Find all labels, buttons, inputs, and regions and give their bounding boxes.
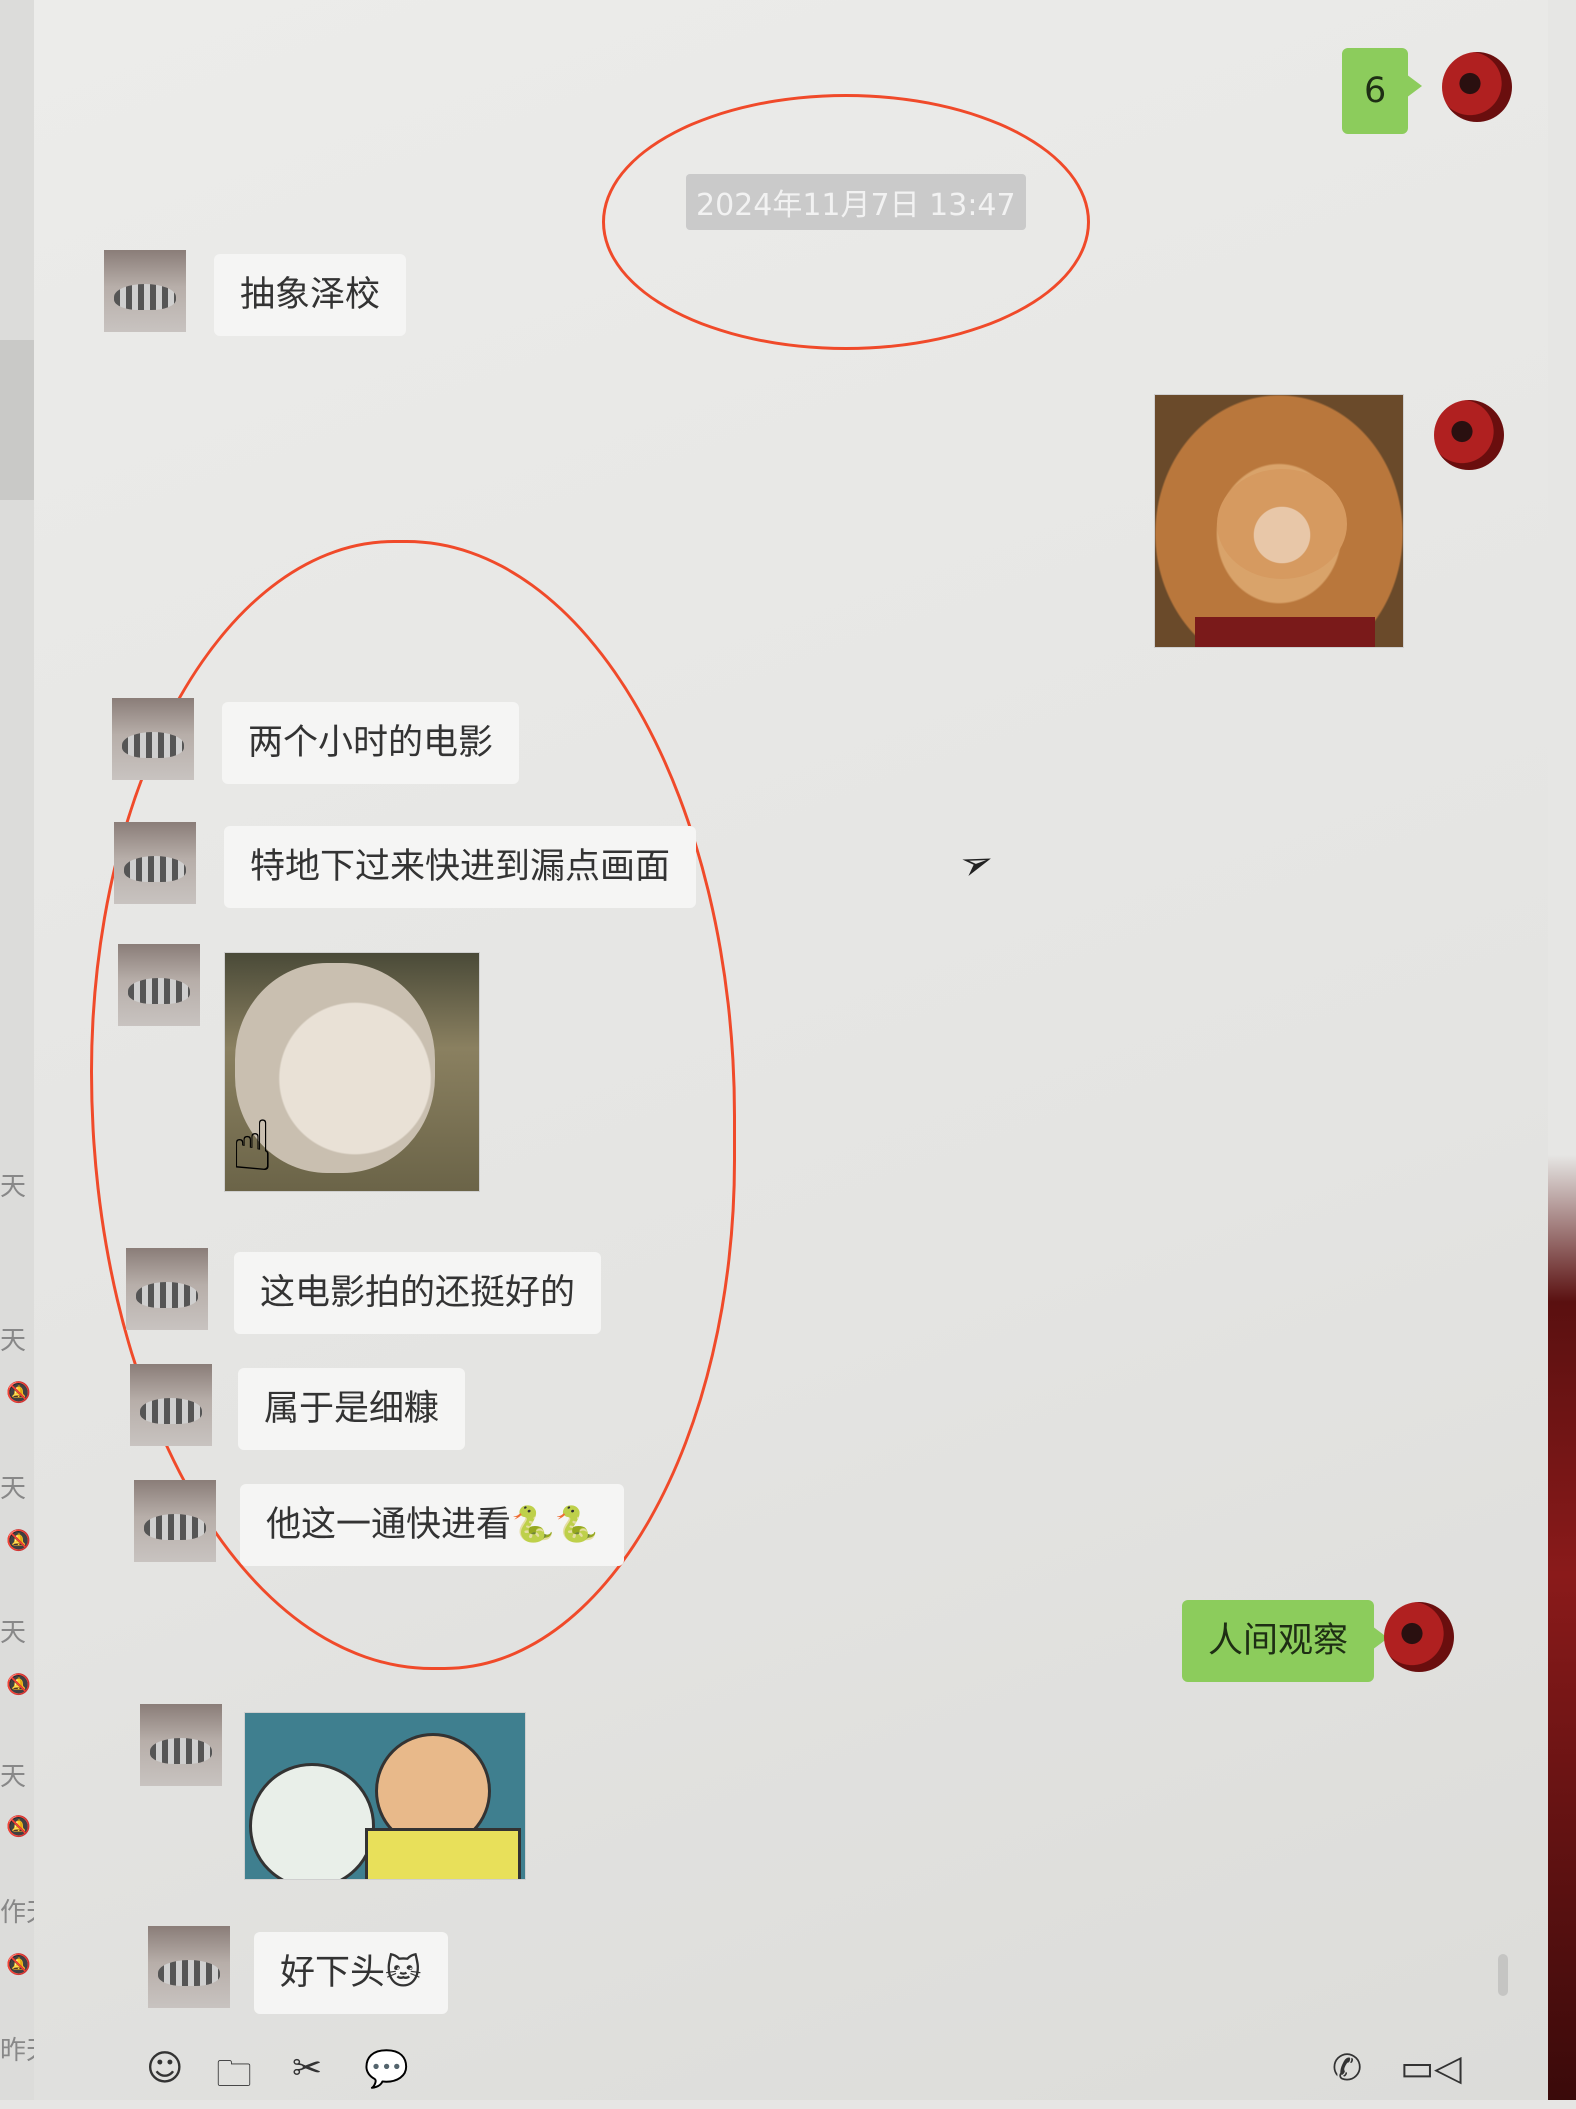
background-edge bbox=[1548, 0, 1576, 2100]
phone-icon[interactable]: ✆ bbox=[1332, 2048, 1362, 2089]
mouse-cursor-icon: ➢ bbox=[953, 835, 1001, 891]
mute-bell-icon: 🔕 bbox=[6, 1380, 31, 1404]
my-avatar[interactable] bbox=[1376, 1596, 1458, 1678]
contact-avatar[interactable] bbox=[104, 250, 186, 332]
chat-list-date: 天 bbox=[0, 1172, 27, 1202]
contact-avatar[interactable] bbox=[134, 1480, 216, 1562]
input-toolbar: ☺ 🗀 ✂ 💬 ✆ ▭◁ bbox=[34, 2040, 1548, 2100]
chat-list-date: 昨天 bbox=[0, 2036, 34, 2066]
mute-bell-icon: 🔕 bbox=[6, 1952, 31, 1976]
scrollbar-thumb[interactable] bbox=[1498, 1954, 1508, 1996]
chat-list-date: 天 bbox=[0, 1618, 27, 1648]
message-bubble-theirs[interactable]: 属于是细糠 bbox=[238, 1368, 466, 1450]
message-bubble-theirs[interactable]: 好下头🐱 bbox=[254, 1932, 448, 2014]
message-bubble-theirs[interactable]: 这电影拍的还挺好的 bbox=[234, 1252, 602, 1334]
message-bubble-mine[interactable]: 人间观察 bbox=[1182, 1600, 1389, 1682]
mute-bell-icon: 🔕 bbox=[6, 1672, 31, 1696]
chat-window[interactable]: 6 2024年11月7日 13:47 抽象泽校 两个小时的电影 特地下过来快进到… bbox=[34, 0, 1548, 2100]
message-bubble-mine[interactable]: 6 bbox=[1342, 48, 1423, 134]
emoji-icon[interactable]: ☺ bbox=[146, 2048, 184, 2089]
mute-bell-icon: 🔕 bbox=[6, 1814, 31, 1838]
message-bubble-theirs[interactable]: 抽象泽校 bbox=[214, 254, 407, 336]
message-bubble-theirs[interactable]: 两个小时的电影 bbox=[222, 702, 520, 784]
video-call-icon[interactable]: ▭◁ bbox=[1400, 2048, 1462, 2089]
mute-bell-icon: 🔕 bbox=[6, 1528, 31, 1552]
contact-avatar[interactable] bbox=[140, 1704, 222, 1786]
annotation-circle bbox=[602, 94, 1090, 350]
my-avatar[interactable] bbox=[1434, 46, 1516, 128]
message-bubble-theirs[interactable]: 特地下过来快进到漏点画面 bbox=[224, 826, 697, 908]
scissors-icon[interactable]: ✂ bbox=[292, 2048, 322, 2089]
chat-bubble-icon[interactable]: 💬 bbox=[364, 2048, 409, 2090]
chat-list-date: 天 bbox=[0, 1326, 27, 1356]
contact-avatar[interactable] bbox=[114, 822, 196, 904]
doraemon-meme-sticker[interactable] bbox=[244, 1712, 526, 1880]
my-avatar[interactable] bbox=[1426, 394, 1508, 476]
contact-avatar[interactable] bbox=[126, 1248, 208, 1330]
pointing-cat-sticker[interactable]: ☝ bbox=[224, 952, 480, 1192]
smiling-cat-sticker[interactable] bbox=[1154, 394, 1404, 648]
contact-avatar[interactable] bbox=[118, 944, 200, 1026]
contact-avatar[interactable] bbox=[112, 698, 194, 780]
pointing-finger-icon: ☝ bbox=[231, 1105, 274, 1187]
chat-list-strip[interactable]: 天 天 🔕 天 🔕 天 🔕 天 🔕 作天 🔕 昨天 bbox=[0, 0, 35, 2100]
contact-avatar[interactable] bbox=[148, 1926, 230, 2008]
chat-list-date: 天 bbox=[0, 1474, 27, 1504]
contact-avatar[interactable] bbox=[130, 1364, 212, 1446]
selected-chat-highlight bbox=[0, 340, 34, 500]
chat-list-date: 天 bbox=[0, 1762, 27, 1792]
message-bubble-theirs[interactable]: 他这一通快进看🐍🐍 bbox=[240, 1484, 625, 1566]
chat-list-date: 作天 bbox=[0, 1898, 34, 1928]
